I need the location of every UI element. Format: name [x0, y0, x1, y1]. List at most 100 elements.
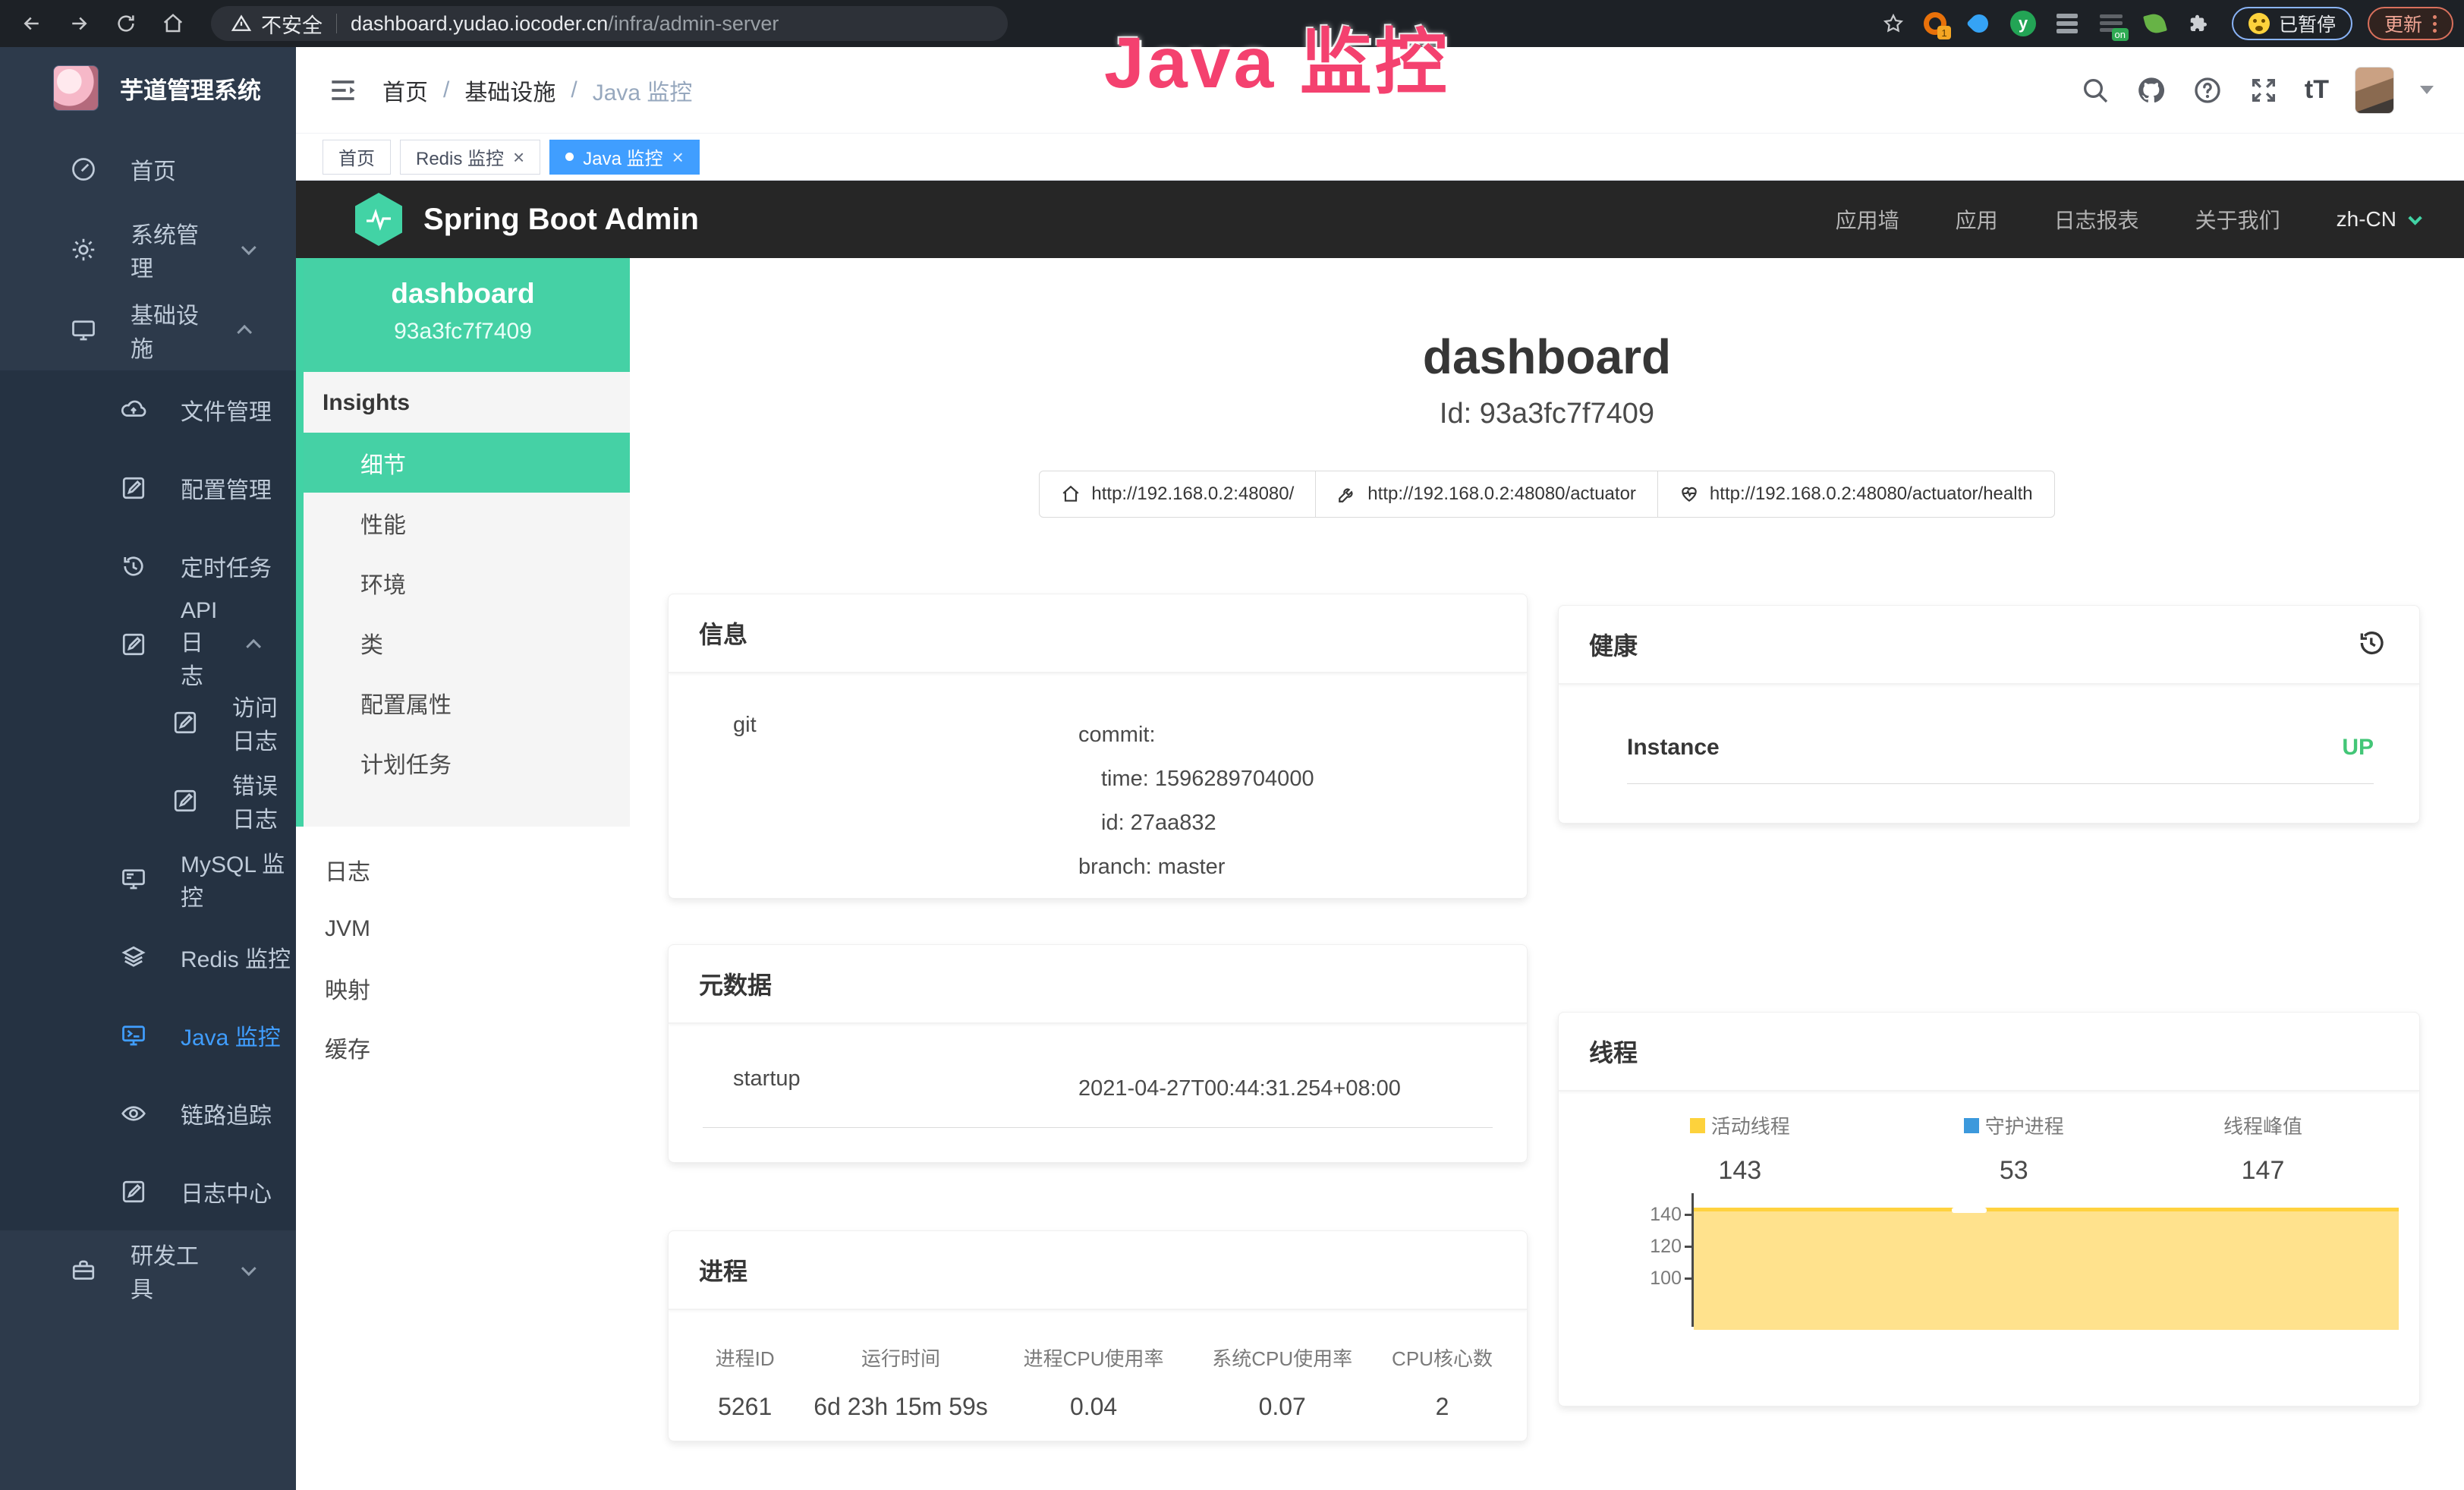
actuator-url-button[interactable]: http://192.168.0.2:48080/actuator	[1315, 471, 1658, 518]
browser-home-icon[interactable]	[158, 8, 188, 39]
sidebar-item-java-monitor[interactable]: Java 监控	[0, 996, 296, 1074]
sba-menu-environment[interactable]: 环境	[296, 553, 630, 613]
app-logo-row[interactable]: 芋道管理系统	[0, 47, 296, 129]
browser-back-icon[interactable]	[17, 8, 47, 39]
sba-menu-config-props[interactable]: 配置属性	[296, 673, 630, 732]
monitor-icon	[70, 317, 97, 344]
active-instance-strip	[296, 258, 304, 827]
sidebar-item-tracing[interactable]: 链路追踪	[0, 1074, 296, 1152]
browser-menu-dots-icon[interactable]	[2433, 15, 2437, 33]
instance-id-line: Id: 93a3fc7f7409	[630, 395, 2464, 433]
sba-menu-jvm[interactable]: JVM	[296, 899, 630, 959]
sidebar-item-error-logs[interactable]: 错误日志	[0, 761, 296, 840]
sba-menu-metrics[interactable]: 性能	[296, 493, 630, 553]
sba-nav-about[interactable]: 关于我们	[2195, 204, 2280, 235]
sidebar-item-dev-tools[interactable]: 研发工具	[0, 1230, 296, 1311]
url-path: /infra/admin-server	[608, 12, 779, 36]
browser-update-button[interactable]: 更新	[2368, 7, 2453, 40]
update-label: 更新	[2384, 10, 2422, 37]
tab-home[interactable]: 首页	[323, 140, 391, 175]
hamburger-icon[interactable]	[326, 74, 360, 107]
close-icon[interactable]: ×	[672, 147, 684, 167]
paused-label: 已暂停	[2279, 10, 2336, 37]
text-size-icon[interactable]: tT	[2305, 75, 2329, 105]
startup-timestamp: 2021-04-27T00:44:31.254+08:00	[1078, 1066, 1401, 1110]
pid-value: 5261	[688, 1382, 802, 1432]
app-header: 首页 / 基础设施 / Java 监控 tT	[296, 47, 2464, 134]
chevron-down-icon	[241, 240, 256, 255]
eye-icon	[120, 1100, 147, 1127]
threads-legend: 活动线程 143 守护进程 53 线程峰值 14	[1574, 1111, 2404, 1186]
extensions-puzzle-icon[interactable]	[2182, 6, 2217, 41]
address-bar[interactable]: 不安全 dashboard.yudao.iocoder.cn/infra/adm…	[211, 6, 1008, 41]
sba-locale-select[interactable]: zh-CN	[2337, 207, 2418, 232]
health-history-icon[interactable]	[2355, 628, 2389, 661]
github-icon[interactable]	[2136, 75, 2167, 106]
instance-header[interactable]: dashboard 93a3fc7f7409	[296, 258, 630, 372]
extension-leaf-icon[interactable]	[2138, 6, 2173, 41]
sba-brand-title[interactable]: Spring Boot Admin	[423, 203, 699, 237]
live-threads-area	[1694, 1208, 2399, 1330]
service-url-button[interactable]: http://192.168.0.2:48080/	[1039, 471, 1316, 518]
sba-menu-caches[interactable]: 缓存	[296, 1018, 630, 1077]
sidebar-item-access-logs[interactable]: 访问日志	[0, 683, 296, 761]
sidebar-item-redis-monitor[interactable]: Redis 监控	[0, 918, 296, 996]
pencil-square-icon	[172, 787, 199, 814]
sidebar-item-home[interactable]: 首页	[0, 129, 296, 209]
browser-forward-icon[interactable]	[64, 8, 94, 39]
sba-nav-applications[interactable]: 应用	[1956, 204, 1998, 235]
extension-on-toggle-icon[interactable]: on	[2094, 6, 2129, 41]
uptime-value: 6d 23h 15m 59s	[802, 1382, 999, 1432]
sidebar-item-mysql-monitor[interactable]: MySQL 监控	[0, 840, 296, 918]
cloud-upload-icon	[120, 396, 147, 424]
search-icon[interactable]	[2080, 75, 2110, 106]
sidebar-item-system-management[interactable]: 系统管理	[0, 209, 296, 290]
close-icon[interactable]: ×	[513, 147, 524, 167]
profile-paused-badge[interactable]: 已暂停	[2232, 7, 2352, 40]
breadcrumb: 首页 / 基础设施 / Java 监控	[382, 74, 692, 107]
sba-nav-journal[interactable]: 日志报表	[2054, 204, 2139, 235]
process-table: 进程ID 运行时间 进程CPU使用率 系统CPU使用率 CPU核心数 5261 …	[688, 1333, 1508, 1432]
extension-grid-icon[interactable]	[2050, 6, 2085, 41]
bookmark-star-icon[interactable]	[1878, 8, 1909, 39]
pencil-square-icon	[120, 474, 147, 502]
sidebar-item-scheduled-tasks[interactable]: 定时任务	[0, 527, 296, 605]
browser-reload-icon[interactable]	[111, 8, 141, 39]
sidebar-item-file-management[interactable]: 文件管理	[0, 370, 296, 449]
threads-area-chart: 140 120 100	[1694, 1205, 2420, 1327]
pencil-square-icon	[120, 631, 147, 658]
tab-java-monitor[interactable]: Java 监控 ×	[549, 140, 700, 175]
y-tick-140: 140	[1629, 1204, 1682, 1225]
breadcrumb-separator: /	[443, 77, 449, 103]
insights-section-label: Insights	[296, 372, 630, 433]
sidebar-item-api-logs[interactable]: API 日志	[0, 605, 296, 683]
tab-redis-monitor[interactable]: Redis 监控 ×	[400, 140, 540, 175]
help-icon[interactable]	[2192, 75, 2223, 106]
metadata-startup-row: startup 2021-04-27T00:44:31.254+08:00	[703, 1066, 1493, 1128]
legend-live-threads: 活动线程 143	[1574, 1111, 1906, 1186]
layers-icon	[120, 943, 147, 971]
avatar-caret-icon[interactable]	[2420, 86, 2434, 94]
active-dot-icon	[565, 153, 574, 161]
extension-y-icon[interactable]: y	[2006, 6, 2041, 41]
fullscreen-icon[interactable]	[2248, 75, 2279, 106]
git-commit-line: commit:	[1078, 713, 1314, 757]
extension-location-icon[interactable]	[1962, 6, 1997, 41]
health-card-title: 健康	[1589, 627, 1638, 662]
avatar[interactable]	[2355, 67, 2394, 114]
sidebar-item-infrastructure[interactable]: 基础设施	[0, 290, 296, 370]
sba-menu-scheduled-tasks[interactable]: 计划任务	[296, 732, 630, 792]
live-threads-swatch	[1690, 1118, 1705, 1133]
breadcrumb-infrastructure[interactable]: 基础设施	[464, 74, 555, 107]
sidebar-item-config-management[interactable]: 配置管理	[0, 449, 296, 527]
breadcrumb-home[interactable]: 首页	[382, 74, 428, 107]
health-url-button[interactable]: http://192.168.0.2:48080/actuator/health	[1657, 471, 2055, 518]
sidebar-item-log-center[interactable]: 日志中心	[0, 1152, 296, 1230]
sba-menu-classes[interactable]: 类	[296, 613, 630, 673]
profile-emoji-icon	[2248, 13, 2270, 34]
sba-menu-details[interactable]: 细节	[296, 433, 630, 493]
sba-menu-mappings[interactable]: 映射	[296, 959, 630, 1018]
sba-menu-logs[interactable]: 日志	[296, 840, 630, 899]
sba-nav-wallboard[interactable]: 应用墙	[1836, 204, 1899, 235]
extension-update-icon[interactable]: 1	[1918, 6, 1953, 41]
